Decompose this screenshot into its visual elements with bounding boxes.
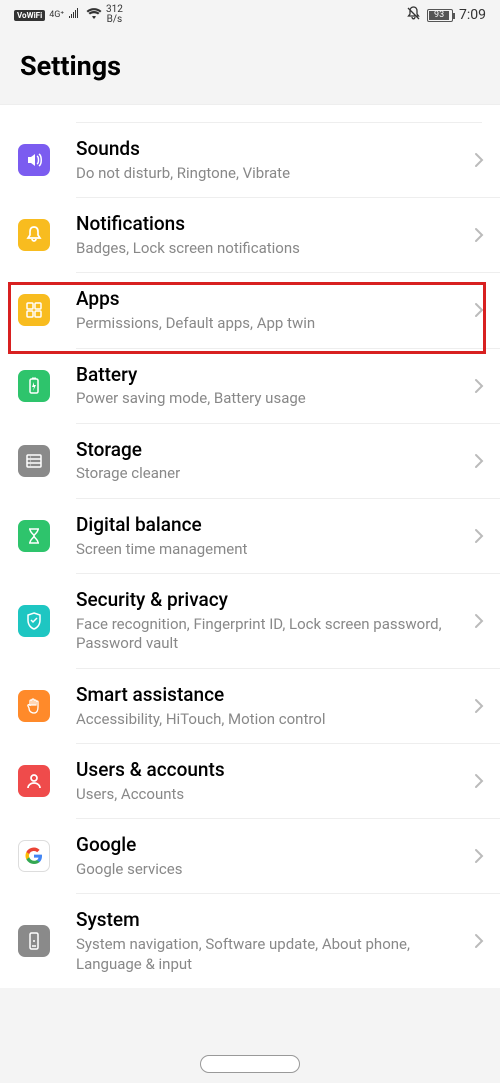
- item-sub: Do not disturb, Ringtone, Vibrate: [76, 164, 462, 184]
- previous-item-cutoff: [76, 105, 482, 123]
- hand-icon: [18, 690, 50, 722]
- status-bar: VoWiFi 4G⁺ 312 B/s 93 7:09: [0, 0, 500, 30]
- mobile-network-icon: 4G⁺: [49, 11, 64, 20]
- speaker-icon: [18, 144, 50, 176]
- battery-icon: 93: [427, 9, 453, 22]
- person-icon: [18, 765, 50, 797]
- item-label: Apps: [76, 287, 462, 312]
- item-sub: Power saving mode, Battery usage: [76, 389, 462, 409]
- settings-item-users[interactable]: Users & accounts Users, Accounts: [0, 744, 500, 818]
- item-sub: Users, Accounts: [76, 785, 462, 805]
- vowifi-badge: VoWiFi: [14, 10, 45, 21]
- storage-icon: [18, 445, 50, 477]
- chevron-right-icon: [474, 613, 484, 629]
- shield-icon: [18, 605, 50, 637]
- item-sub: Storage cleaner: [76, 464, 462, 484]
- system-icon: [18, 925, 50, 957]
- item-sub: Permissions, Default apps, App twin: [76, 314, 462, 334]
- settings-item-smart-assist[interactable]: Smart assistance Accessibility, HiTouch,…: [0, 669, 500, 743]
- battery-icon: [18, 370, 50, 402]
- mute-icon: [406, 6, 421, 24]
- item-label: Smart assistance: [76, 683, 462, 708]
- settings-item-battery[interactable]: Battery Power saving mode, Battery usage: [0, 349, 500, 423]
- settings-item-apps[interactable]: Apps Permissions, Default apps, App twin: [0, 273, 500, 347]
- settings-item-security[interactable]: Security & privacy Face recognition, Fin…: [0, 574, 500, 668]
- signal-bars-icon: [68, 8, 82, 22]
- chevron-right-icon: [474, 453, 484, 469]
- chevron-right-icon: [474, 152, 484, 168]
- item-sub: Screen time management: [76, 540, 462, 560]
- settings-item-digital-balance[interactable]: Digital balance Screen time management: [0, 499, 500, 573]
- item-sub: Face recognition, Fingerprint ID, Lock s…: [76, 615, 462, 654]
- google-icon: [18, 840, 50, 872]
- bell-icon: [18, 219, 50, 251]
- clock-time: 7:09: [459, 7, 486, 23]
- item-label: Google: [76, 833, 462, 858]
- grid-icon: [18, 294, 50, 326]
- item-sub: Badges, Lock screen notifications: [76, 239, 462, 259]
- page-title: Settings: [20, 50, 480, 82]
- chevron-right-icon: [474, 773, 484, 789]
- item-label: Storage: [76, 438, 462, 463]
- nav-pill[interactable]: [200, 1055, 300, 1073]
- item-label: Notifications: [76, 212, 462, 237]
- item-sub: Google services: [76, 860, 462, 880]
- chevron-right-icon: [474, 698, 484, 714]
- item-label: Battery: [76, 363, 462, 388]
- item-label: Digital balance: [76, 513, 462, 538]
- chevron-right-icon: [474, 227, 484, 243]
- settings-item-storage[interactable]: Storage Storage cleaner: [0, 424, 500, 498]
- item-label: Security & privacy: [76, 588, 462, 613]
- chevron-right-icon: [474, 848, 484, 864]
- item-label: Users & accounts: [76, 758, 462, 783]
- chevron-right-icon: [474, 378, 484, 394]
- chevron-right-icon: [474, 528, 484, 544]
- settings-list: Sounds Do not disturb, Ringtone, Vibrate…: [0, 104, 500, 988]
- header: Settings: [0, 30, 500, 104]
- settings-item-sounds[interactable]: Sounds Do not disturb, Ringtone, Vibrate: [0, 123, 500, 197]
- item-sub: System navigation, Software update, Abou…: [76, 935, 462, 974]
- chevron-right-icon: [474, 933, 484, 949]
- settings-item-system[interactable]: System System navigation, Software updat…: [0, 894, 500, 988]
- item-sub: Accessibility, HiTouch, Motion control: [76, 710, 462, 730]
- settings-item-google[interactable]: Google Google services: [0, 819, 500, 893]
- wifi-icon: [86, 8, 102, 23]
- item-label: Sounds: [76, 137, 462, 162]
- hourglass-icon: [18, 520, 50, 552]
- net-speed-unit: B/s: [107, 15, 123, 25]
- chevron-right-icon: [474, 302, 484, 318]
- settings-item-notifications[interactable]: Notifications Badges, Lock screen notifi…: [0, 198, 500, 272]
- item-label: System: [76, 908, 462, 933]
